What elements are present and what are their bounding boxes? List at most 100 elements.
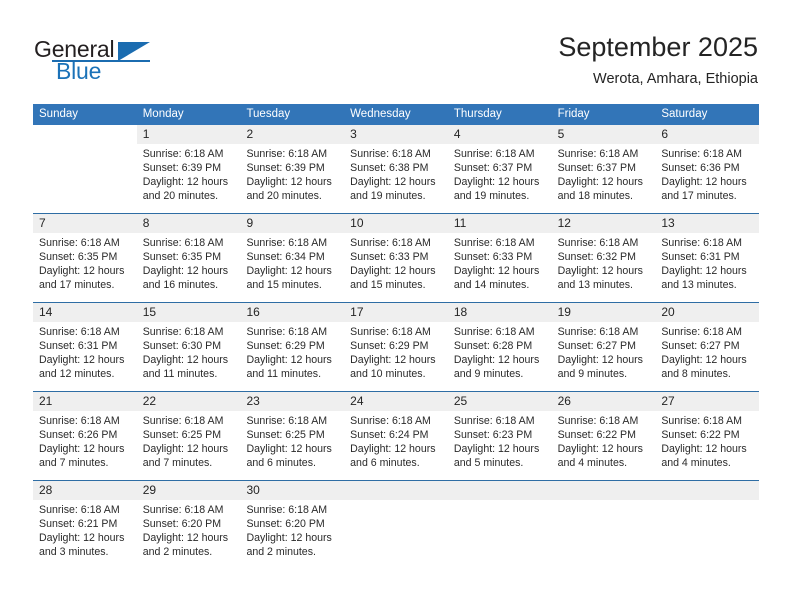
day-number[interactable]: 13: [655, 214, 760, 233]
weekday-header-monday: Monday: [142, 108, 184, 120]
day-number[interactable]: 3: [344, 125, 448, 144]
week-date-number-band: 28 29 30: [33, 481, 760, 500]
day-number[interactable]: 26: [551, 392, 656, 411]
daylight-text: and 3 minutes.: [39, 546, 109, 559]
sunrise-text: Sunrise: 6:18 AM: [142, 237, 224, 249]
day-cell-empty: [448, 500, 552, 569]
day-cell-empty: [344, 500, 448, 569]
sunrise-text: Sunrise: 6:18 AM: [142, 326, 224, 338]
day-number[interactable]: 19: [551, 303, 656, 322]
day-number[interactable]: 14: [33, 303, 137, 322]
day-cell: Sunrise: 6:18 AM Sunset: 6:35 PM Daylight:…: [137, 233, 241, 302]
week-date-number-band: 21 22 23 24 25 26 27: [33, 392, 760, 411]
sunrise-text: Sunrise: 6:18 AM: [142, 415, 224, 427]
day-number[interactable]: 9: [240, 214, 345, 233]
calendar-grid: Sunday Monday Tuesday Wednesday Thursday…: [33, 104, 760, 569]
day-number[interactable]: 25: [447, 392, 552, 411]
sunrise-text: Sunrise: 6:18 AM: [246, 504, 328, 516]
day-number[interactable]: 24: [344, 392, 448, 411]
day-number[interactable]: 28: [33, 481, 137, 500]
daylight-text: Daylight: 12 hours: [453, 354, 540, 367]
daylight-text: Daylight: 12 hours: [661, 176, 747, 189]
day-number[interactable]: 4: [447, 125, 552, 144]
sunrise-text: Sunrise: 6:18 AM: [661, 415, 742, 427]
day-number[interactable]: 18: [447, 303, 552, 322]
sunset-text: Sunset: 6:28 PM: [453, 340, 533, 353]
sunset-text: Sunset: 6:26 PM: [39, 429, 118, 442]
day-cell: Sunrise: 6:18 AM Sunset: 6:29 PM Daylight:…: [240, 322, 344, 391]
day-number[interactable]: 22: [136, 392, 241, 411]
sunrise-text: Sunrise: 6:18 AM: [350, 415, 431, 427]
day-number[interactable]: 12: [551, 214, 656, 233]
day-number[interactable]: 15: [136, 303, 241, 322]
daylight-text: Daylight: 12 hours: [661, 265, 747, 278]
daylight-text: and 20 minutes.: [142, 190, 219, 203]
page-header: General Blue September 2025 Werota, Amha…: [0, 0, 792, 100]
daylight-text: Daylight: 12 hours: [557, 265, 643, 278]
sunrise-text: Sunrise: 6:18 AM: [142, 504, 224, 516]
week-date-number-band: 123456: [33, 125, 760, 144]
day-number[interactable]: 29: [136, 481, 241, 500]
daylight-text: Daylight: 12 hours: [350, 443, 436, 456]
week-detail-band: Sunrise: 6:18 AM Sunset: 6:31 PM Daylight:…: [33, 322, 759, 391]
sunset-text: Sunset: 6:25 PM: [142, 429, 222, 442]
weekday-header-wednesday: Wednesday: [350, 108, 411, 120]
sunrise-text: Sunrise: 6:18 AM: [350, 326, 431, 338]
daylight-text: Daylight: 12 hours: [142, 265, 229, 278]
day-number[interactable]: 6: [655, 125, 760, 144]
daylight-text: Daylight: 12 hours: [661, 443, 747, 456]
day-number[interactable]: 27: [655, 392, 760, 411]
day-number[interactable]: 16: [240, 303, 345, 322]
day-number[interactable]: 20: [655, 303, 760, 322]
day-cell: Sunrise: 6:18 AM Sunset: 6:31 PM Daylight:…: [655, 233, 759, 302]
day-number[interactable]: 17: [344, 303, 448, 322]
day-number-empty: [551, 481, 656, 500]
daylight-text: and 9 minutes.: [557, 368, 628, 381]
day-cell: Sunrise: 6:18 AM Sunset: 6:38 PM Daylight:…: [344, 144, 448, 213]
day-number[interactable]: 2: [240, 125, 345, 144]
sunset-text: Sunset: 6:22 PM: [661, 429, 740, 442]
daylight-text: and 2 minutes.: [246, 546, 316, 559]
daylight-text: and 15 minutes.: [246, 279, 322, 292]
sunset-text: Sunset: 6:31 PM: [661, 251, 740, 264]
sunset-text: Sunset: 6:27 PM: [557, 340, 636, 353]
daylight-text: and 20 minutes.: [246, 190, 322, 203]
daylight-text: Daylight: 12 hours: [39, 354, 125, 367]
weekday-header-friday: Friday: [557, 108, 590, 120]
day-cell: Sunrise: 6:18 AM Sunset: 6:22 PM Daylight:…: [552, 411, 656, 480]
sunrise-text: Sunrise: 6:18 AM: [453, 237, 535, 249]
day-number[interactable]: 11: [447, 214, 552, 233]
daylight-text: Daylight: 12 hours: [39, 443, 125, 456]
day-cell: Sunrise: 6:18 AM Sunset: 6:25 PM Daylight:…: [137, 411, 241, 480]
sunrise-text: Sunrise: 6:18 AM: [453, 148, 535, 160]
daylight-text: and 6 minutes.: [246, 457, 316, 470]
sunrise-text: Sunrise: 6:18 AM: [39, 504, 120, 516]
daylight-text: Daylight: 12 hours: [350, 354, 436, 367]
day-number[interactable]: 30: [240, 481, 345, 500]
weekday-header-row: Sunday Monday Tuesday Wednesday Thursday…: [33, 104, 759, 125]
week-detail-band: Sunrise: 6:18 AM Sunset: 6:26 PM Daylight:…: [33, 411, 759, 480]
day-number[interactable]: 5: [551, 125, 656, 144]
weekday-header-tuesday: Tuesday: [246, 108, 291, 120]
daylight-text: Daylight: 12 hours: [39, 532, 125, 545]
sunset-text: Sunset: 6:38 PM: [350, 162, 429, 175]
sunset-text: Sunset: 6:20 PM: [142, 518, 222, 531]
day-number[interactable]: 1: [136, 125, 241, 144]
day-number[interactable]: 7: [33, 214, 137, 233]
daylight-text: Daylight: 12 hours: [142, 176, 229, 189]
day-number[interactable]: 21: [33, 392, 137, 411]
sunset-text: Sunset: 6:35 PM: [142, 251, 222, 264]
day-number[interactable]: 23: [240, 392, 345, 411]
sunrise-text: Sunrise: 6:18 AM: [661, 326, 742, 338]
day-cell: Sunrise: 6:18 AM Sunset: 6:32 PM Daylight:…: [552, 233, 656, 302]
daylight-text: Daylight: 12 hours: [557, 354, 643, 367]
daylight-text: Daylight: 12 hours: [246, 265, 332, 278]
daylight-text: and 13 minutes.: [661, 279, 737, 292]
day-number[interactable]: 8: [136, 214, 241, 233]
logo-text-blue: Blue: [56, 58, 102, 84]
day-number-empty: [33, 125, 137, 144]
day-number[interactable]: 10: [344, 214, 448, 233]
daylight-text: Daylight: 12 hours: [142, 532, 229, 545]
calendar-week-row: 28 29 30 Sunrise: 6:18 AM Sunset: 6:21 PM Day…: [33, 480, 760, 569]
sunrise-text: Sunrise: 6:18 AM: [39, 326, 120, 338]
